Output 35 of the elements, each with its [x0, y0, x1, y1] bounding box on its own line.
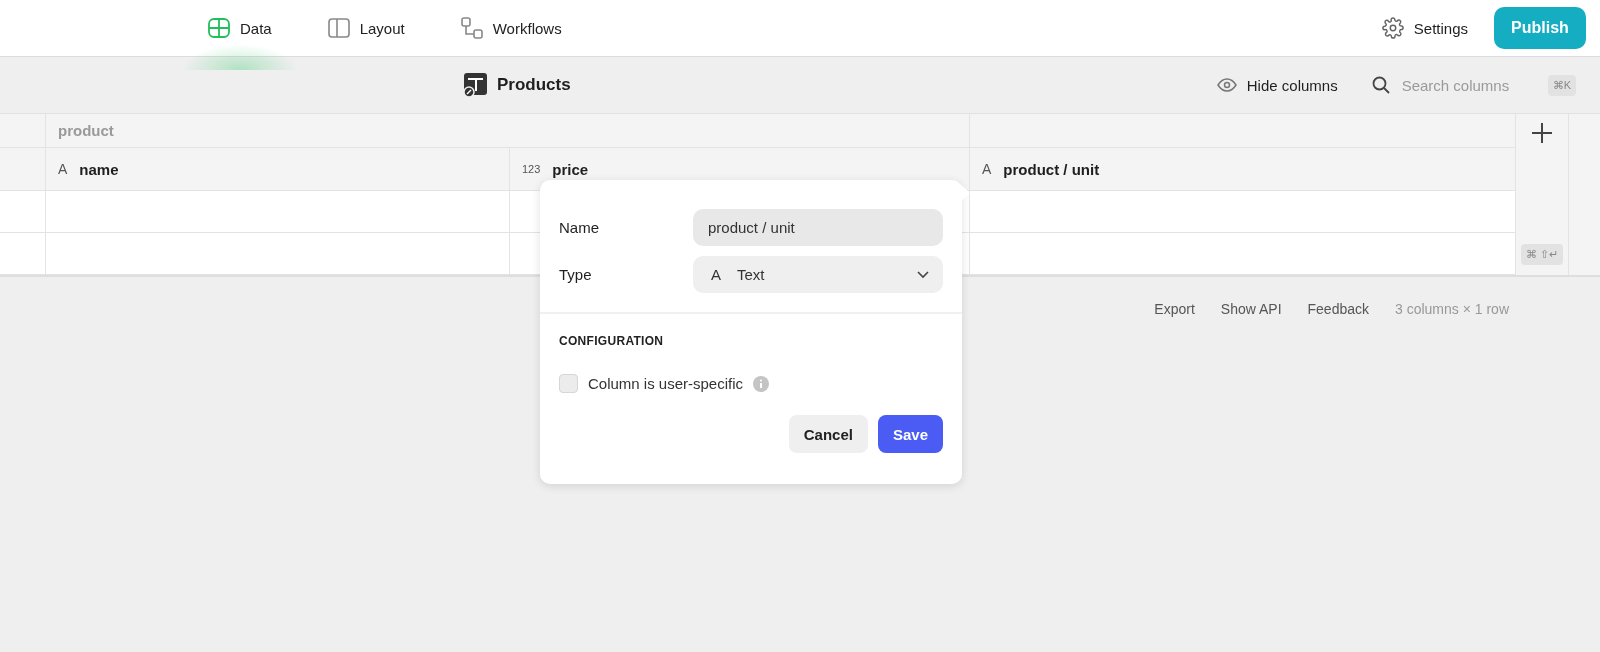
- nav-tab[interactable]: Layout: [315, 10, 417, 46]
- settings-link[interactable]: Settings: [1381, 17, 1468, 39]
- column-header[interactable]: A product / unit: [970, 148, 1516, 191]
- save-button[interactable]: Save: [877, 415, 943, 453]
- footer-link[interactable]: Show API: [1220, 301, 1282, 317]
- checkbox[interactable]: [559, 374, 578, 393]
- nav-tab[interactable]: Workflows: [448, 9, 574, 47]
- shortcut-hint: ⌘K: [1547, 74, 1576, 96]
- settings-icon: [1381, 17, 1404, 39]
- table-summary: 3 columns × 1 row: [1395, 301, 1509, 317]
- search-icon: [1371, 76, 1390, 94]
- chevron-down-icon: [917, 270, 929, 279]
- group-header: product: [46, 114, 970, 148]
- table-title: Products: [497, 75, 571, 95]
- row-number-cell: [0, 191, 46, 233]
- footer-link[interactable]: Feedback: [1307, 301, 1369, 317]
- footer-link[interactable]: Export: [1154, 301, 1195, 317]
- field-label: Name: [559, 219, 600, 236]
- cancel-button[interactable]: Cancel: [788, 415, 868, 453]
- table-icon: [462, 72, 488, 98]
- section-heading: CONFIGURATION: [559, 334, 665, 348]
- columns-icon: [327, 18, 350, 38]
- add-column-icon[interactable]: [1531, 122, 1553, 144]
- grid-icon: [208, 18, 230, 38]
- info-icon[interactable]: [753, 375, 770, 392]
- name-field[interactable]: product / unit: [693, 209, 943, 246]
- hide-columns-button[interactable]: Hide columns: [1216, 76, 1338, 94]
- shortcut-hint: ⌘ ⇧↵: [1520, 244, 1564, 265]
- search-field[interactable]: Search columns: [1399, 75, 1538, 95]
- type-dropdown[interactable]: A Text: [693, 256, 943, 293]
- nodes-icon: [460, 17, 483, 39]
- eye-icon: [1216, 78, 1237, 92]
- checkbox-label: Column is user-specific: [588, 375, 744, 392]
- field-label: Type: [559, 266, 593, 283]
- column-header[interactable]: A name: [46, 148, 510, 191]
